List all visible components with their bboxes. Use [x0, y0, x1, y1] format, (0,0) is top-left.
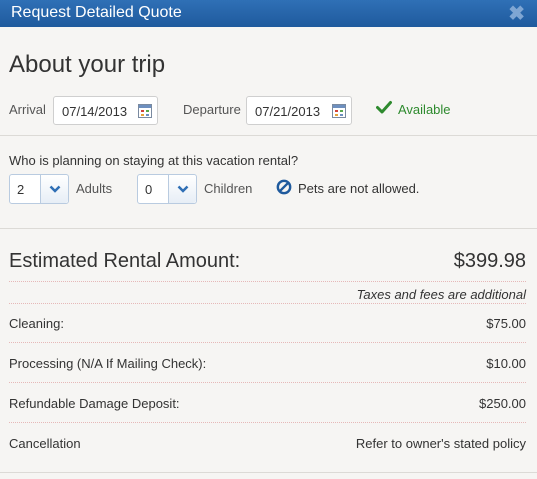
close-icon[interactable]: ✖	[508, 1, 525, 26]
divider	[0, 472, 537, 473]
estimate-amount: $399.98	[453, 250, 526, 272]
divider	[0, 228, 537, 229]
fee-amount: Refer to owner's stated policy	[355, 436, 526, 451]
fee-name: Processing (N/A If Mailing Check):	[9, 356, 207, 371]
checkmark-icon	[376, 101, 392, 114]
guests-question: Who is planning on staying at this vacat…	[9, 153, 299, 168]
calendar-icon[interactable]	[332, 104, 346, 118]
chevron-down-icon[interactable]	[40, 175, 68, 203]
dotted-divider	[9, 281, 526, 282]
section-heading-trip: About your trip	[9, 51, 166, 78]
dotted-divider	[9, 303, 526, 304]
dialog-title: Request Detailed Quote	[11, 4, 182, 21]
fee-name: Refundable Damage Deposit:	[9, 396, 180, 411]
tax-note: Taxes and fees are additional	[356, 287, 526, 302]
calendar-icon[interactable]	[138, 104, 152, 118]
fee-row: Cleaning: $75.00	[9, 316, 526, 336]
fee-name: Cleaning:	[9, 316, 64, 331]
fee-row: Refundable Damage Deposit: $250.00	[9, 396, 526, 416]
chevron-down-icon[interactable]	[168, 175, 196, 203]
no-pets-icon	[276, 179, 292, 195]
adults-label: Adults	[76, 181, 113, 196]
arrival-date-value: 07/14/2013	[62, 104, 128, 119]
pets-policy-text: Pets are not allowed.	[298, 181, 420, 196]
estimate-label: Estimated Rental Amount:	[9, 250, 241, 272]
fee-name: Cancellation	[9, 436, 81, 451]
departure-date-input[interactable]: 07/21/2013	[246, 96, 352, 125]
arrival-date-input[interactable]: 07/14/2013	[53, 96, 158, 125]
arrival-label: Arrival	[9, 102, 46, 117]
departure-label: Departure	[183, 102, 241, 117]
dialog-titlebar: Request Detailed Quote ✖	[0, 0, 537, 27]
divider	[0, 135, 537, 136]
fee-row: Cancellation Refer to owner's stated pol…	[9, 436, 526, 456]
adults-value: 2	[17, 182, 25, 197]
dotted-divider	[9, 382, 526, 383]
children-label: Children	[204, 181, 253, 196]
adults-select[interactable]: 2	[9, 174, 69, 204]
availability-text: Available	[398, 102, 451, 117]
fee-row: Processing (N/A If Mailing Check): $10.0…	[9, 356, 526, 376]
departure-date-value: 07/21/2013	[255, 104, 321, 119]
dotted-divider	[9, 342, 526, 343]
dotted-divider	[9, 422, 526, 423]
children-select[interactable]: 0	[137, 174, 197, 204]
children-value: 0	[145, 182, 153, 197]
fee-amount: $250.00	[479, 396, 526, 411]
fee-amount: $75.00	[486, 316, 526, 331]
fee-amount: $10.00	[486, 356, 526, 371]
